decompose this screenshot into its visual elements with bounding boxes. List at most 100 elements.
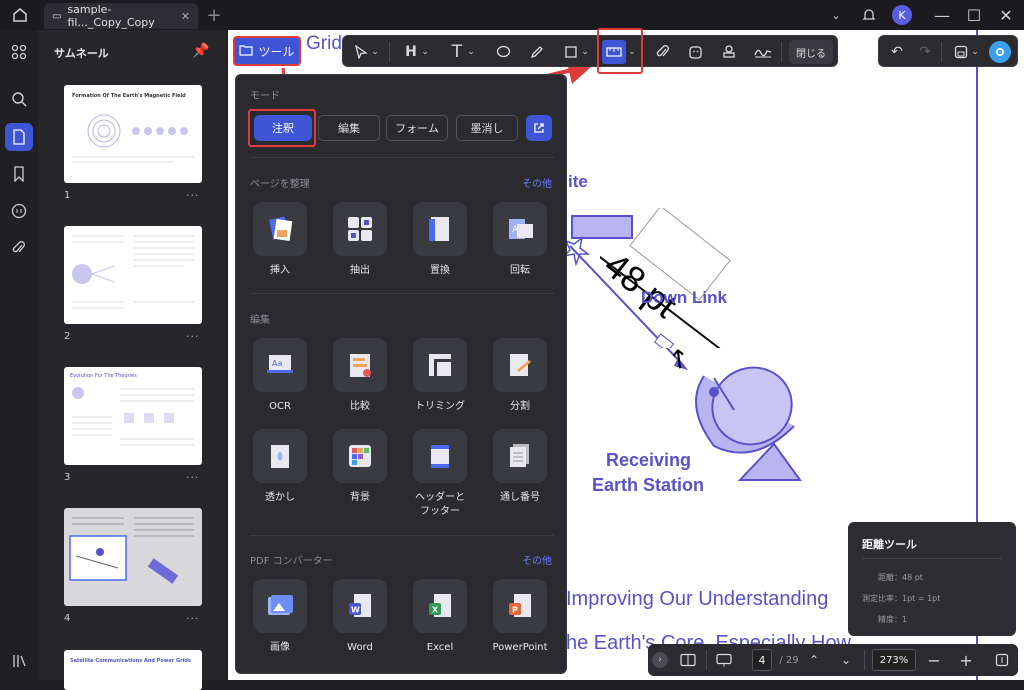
attachment-icon[interactable]: [5, 234, 33, 262]
library-icon[interactable]: [5, 647, 33, 675]
organize-more-link[interactable]: その他: [522, 175, 552, 190]
maximize-icon[interactable]: ☐: [960, 1, 988, 29]
tool-insert[interactable]: 挿入: [240, 202, 320, 278]
zoom-in-icon[interactable]: +: [956, 648, 976, 672]
close-window-icon[interactable]: ✕: [992, 1, 1020, 29]
minimize-icon[interactable]: —: [928, 1, 956, 29]
tool-to-powerpoint[interactable]: P PowerPoint: [480, 579, 560, 655]
chevron-down-icon[interactable]: ⌄: [626, 40, 638, 64]
page-number: 1: [64, 190, 71, 201]
mode-edit[interactable]: 編集: [318, 115, 380, 141]
thumb-heading: Satellite Communications And Power Grids: [70, 658, 191, 664]
more-icon[interactable]: ···: [186, 471, 200, 484]
distance-tool-panel: 距離ツール 距離：48 pt 測定比率：1pt = 1pt 精度：1: [848, 522, 1016, 636]
chevron-up-icon[interactable]: ⌃: [804, 648, 824, 672]
tool-extract[interactable]: 抽出: [320, 202, 400, 278]
avatar[interactable]: K: [892, 5, 912, 25]
tool-label: Excel: [426, 642, 454, 653]
tool-compare[interactable]: 比較: [320, 338, 400, 414]
chevron-right-icon[interactable]: ›: [652, 652, 668, 668]
zoom-input[interactable]: 273%: [872, 649, 916, 671]
reading-mode-icon[interactable]: [676, 648, 700, 672]
page-thumbnail[interactable]: Satellite Communications And Power Grids: [64, 650, 202, 690]
tool-label: 分割: [510, 401, 530, 412]
page-icon[interactable]: [5, 123, 33, 151]
more-icon[interactable]: ···: [186, 330, 200, 343]
converter-section-title: PDF コンバーター: [250, 556, 333, 567]
chevron-down-icon[interactable]: ⌄: [822, 1, 850, 29]
tool-button-label: ツール: [258, 44, 295, 59]
pin-icon[interactable]: 📌: [192, 43, 209, 59]
page-number-input[interactable]: 4: [752, 649, 772, 671]
tool-crop[interactable]: トリミング: [400, 338, 480, 414]
tool-to-image[interactable]: 画像: [240, 579, 320, 655]
tool-rotate[interactable]: A 回転: [480, 202, 560, 278]
sticker-icon[interactable]: [683, 40, 707, 64]
external-link-icon[interactable]: [526, 115, 552, 141]
page-thumbnail[interactable]: Evolution For The Theories: [64, 367, 202, 465]
tool-to-word[interactable]: W Word: [320, 579, 400, 655]
document-tab[interactable]: ▭ sample-fil..._Copy_Copy ✕: [44, 3, 198, 29]
annotate-highlight: [248, 109, 316, 147]
chevron-down-icon[interactable]: ⌄: [465, 40, 477, 64]
mode-form[interactable]: フォーム: [386, 115, 448, 141]
attachment-icon[interactable]: [651, 40, 675, 64]
grid-icon[interactable]: [5, 38, 33, 66]
tool-replace[interactable]: 置換: [400, 202, 480, 278]
measure-icon[interactable]: [602, 40, 626, 64]
comment-icon[interactable]: [5, 197, 33, 225]
chevron-down-icon[interactable]: ⌄: [836, 648, 856, 672]
page-number: 2: [64, 331, 71, 342]
mode-redact[interactable]: 墨消し: [456, 115, 518, 141]
body-heading: Improving Our Understanding: [566, 588, 829, 610]
chevron-down-icon[interactable]: ⌄: [579, 40, 591, 64]
search-icon[interactable]: [5, 85, 33, 113]
bates-icon: [493, 429, 547, 483]
close-button[interactable]: 閉じる: [789, 40, 833, 64]
ai-assistant-icon[interactable]: [989, 41, 1011, 63]
close-tab-icon[interactable]: ✕: [181, 10, 190, 23]
tool-label: 回転: [510, 265, 530, 276]
undo-icon[interactable]: ↶: [885, 40, 909, 64]
tool-watermark[interactable]: 透かし: [240, 429, 320, 505]
tool-split[interactable]: 分割: [480, 338, 560, 414]
zoom-out-icon[interactable]: −: [924, 648, 944, 672]
signature-icon[interactable]: [751, 40, 775, 64]
presentation-icon[interactable]: [712, 648, 736, 672]
redo-icon[interactable]: ↷: [913, 40, 937, 64]
page-total: / 29: [779, 654, 799, 666]
tool-ocr[interactable]: Aa OCR: [240, 338, 320, 414]
stamp-icon[interactable]: [717, 40, 741, 64]
new-tab-icon[interactable]: +: [200, 1, 228, 29]
pencil-icon[interactable]: [525, 40, 549, 64]
more-icon[interactable]: ···: [186, 612, 200, 625]
tool-background[interactable]: 背景: [320, 429, 400, 505]
comment-icon[interactable]: [491, 40, 515, 64]
chevron-down-icon[interactable]: ⌄: [369, 40, 381, 64]
home-icon[interactable]: [6, 1, 34, 29]
fit-page-icon[interactable]: [990, 648, 1014, 672]
tool-header-footer[interactable]: ヘッダーと フッター: [400, 429, 480, 519]
chevron-down-icon[interactable]: ⌄: [969, 40, 981, 64]
tool-button[interactable]: ツール: [233, 36, 301, 66]
divider: [250, 293, 554, 294]
tool-bates-number[interactable]: 通し番号: [480, 429, 560, 505]
doc-heading: Grid: [306, 33, 342, 54]
bookmark-icon[interactable]: [5, 160, 33, 188]
excel-icon: X: [413, 579, 467, 633]
page-thumbnail-selected[interactable]: [64, 508, 202, 606]
bell-icon[interactable]: [855, 1, 883, 29]
thumbnail-panel: サムネール 📌 Formation Of The Earth's Magneti…: [38, 30, 226, 690]
tool-label: トリミング: [415, 401, 465, 412]
page-thumbnail[interactable]: [64, 226, 202, 324]
converter-more-link[interactable]: その他: [522, 552, 552, 567]
distance-tool-title: 距離ツール: [862, 538, 917, 551]
page-thumbnail[interactable]: Formation Of The Earth's Magnetic Field: [64, 85, 202, 183]
receiving-label: Receiving: [606, 450, 692, 470]
svg-text:X: X: [432, 606, 439, 615]
more-icon[interactable]: ···: [186, 189, 200, 202]
crop-icon: [413, 338, 467, 392]
chevron-down-icon[interactable]: ⌄: [419, 40, 431, 64]
tools-panel: モード 注釈 編集 フォーム 墨消し ページを整理 その他 挿入 抽出 置換 A…: [235, 74, 567, 674]
tool-to-excel[interactable]: X Excel: [400, 579, 480, 655]
